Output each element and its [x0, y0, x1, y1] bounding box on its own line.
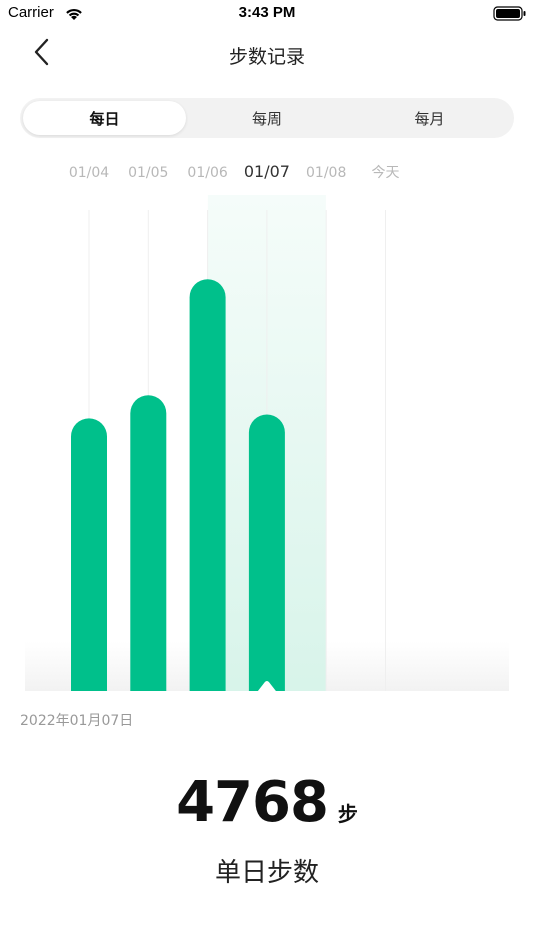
tick-label-0[interactable]: 01/04 [69, 165, 109, 181]
steps-summary: 4768 步 [0, 770, 534, 835]
selected-date: 2022年01月07日 [20, 713, 134, 729]
tick-label-2[interactable]: 01/06 [187, 165, 227, 181]
tick-label-1[interactable]: 01/05 [128, 165, 168, 181]
tab-daily[interactable]: 每日 [23, 101, 186, 135]
bar-01/07 [248, 414, 285, 691]
bar-01/04 [71, 418, 107, 691]
tick-label-3[interactable]: 01/07 [244, 162, 290, 181]
clock: 3:43 PM [238, 4, 296, 21]
page-title: 步数记录 [228, 46, 305, 68]
bar-01/06 [189, 279, 226, 691]
tick-label-5[interactable]: 今天 [372, 165, 400, 181]
steps-label: 单日步数 [214, 858, 319, 888]
tab-monthly[interactable]: 每月 [348, 101, 511, 135]
steps-chart-svg: 01/04 01/05 01/06 01/07 01/08 今天 [25, 162, 509, 691]
bar-01/05 [130, 395, 167, 691]
nav-bar: 步数记录 [0, 30, 534, 78]
steps-chart[interactable]: 01/04 01/05 01/06 01/07 01/08 今天 [0, 150, 534, 700]
steps-value: 4768 [176, 770, 329, 835]
tab-weekly[interactable]: 每周 [186, 101, 348, 135]
screen: Carrier 3:43 PM 步数记录 每日 每周 每月 01/04 01/0… [0, 0, 534, 950]
tick-label-4[interactable]: 01/08 [306, 165, 346, 181]
status-bar: Carrier 3:43 PM [0, 0, 534, 30]
period-segmented-control: 每日 每周 每月 [20, 98, 514, 138]
steps-unit: 步 [337, 802, 358, 826]
battery-icon [493, 6, 527, 26]
